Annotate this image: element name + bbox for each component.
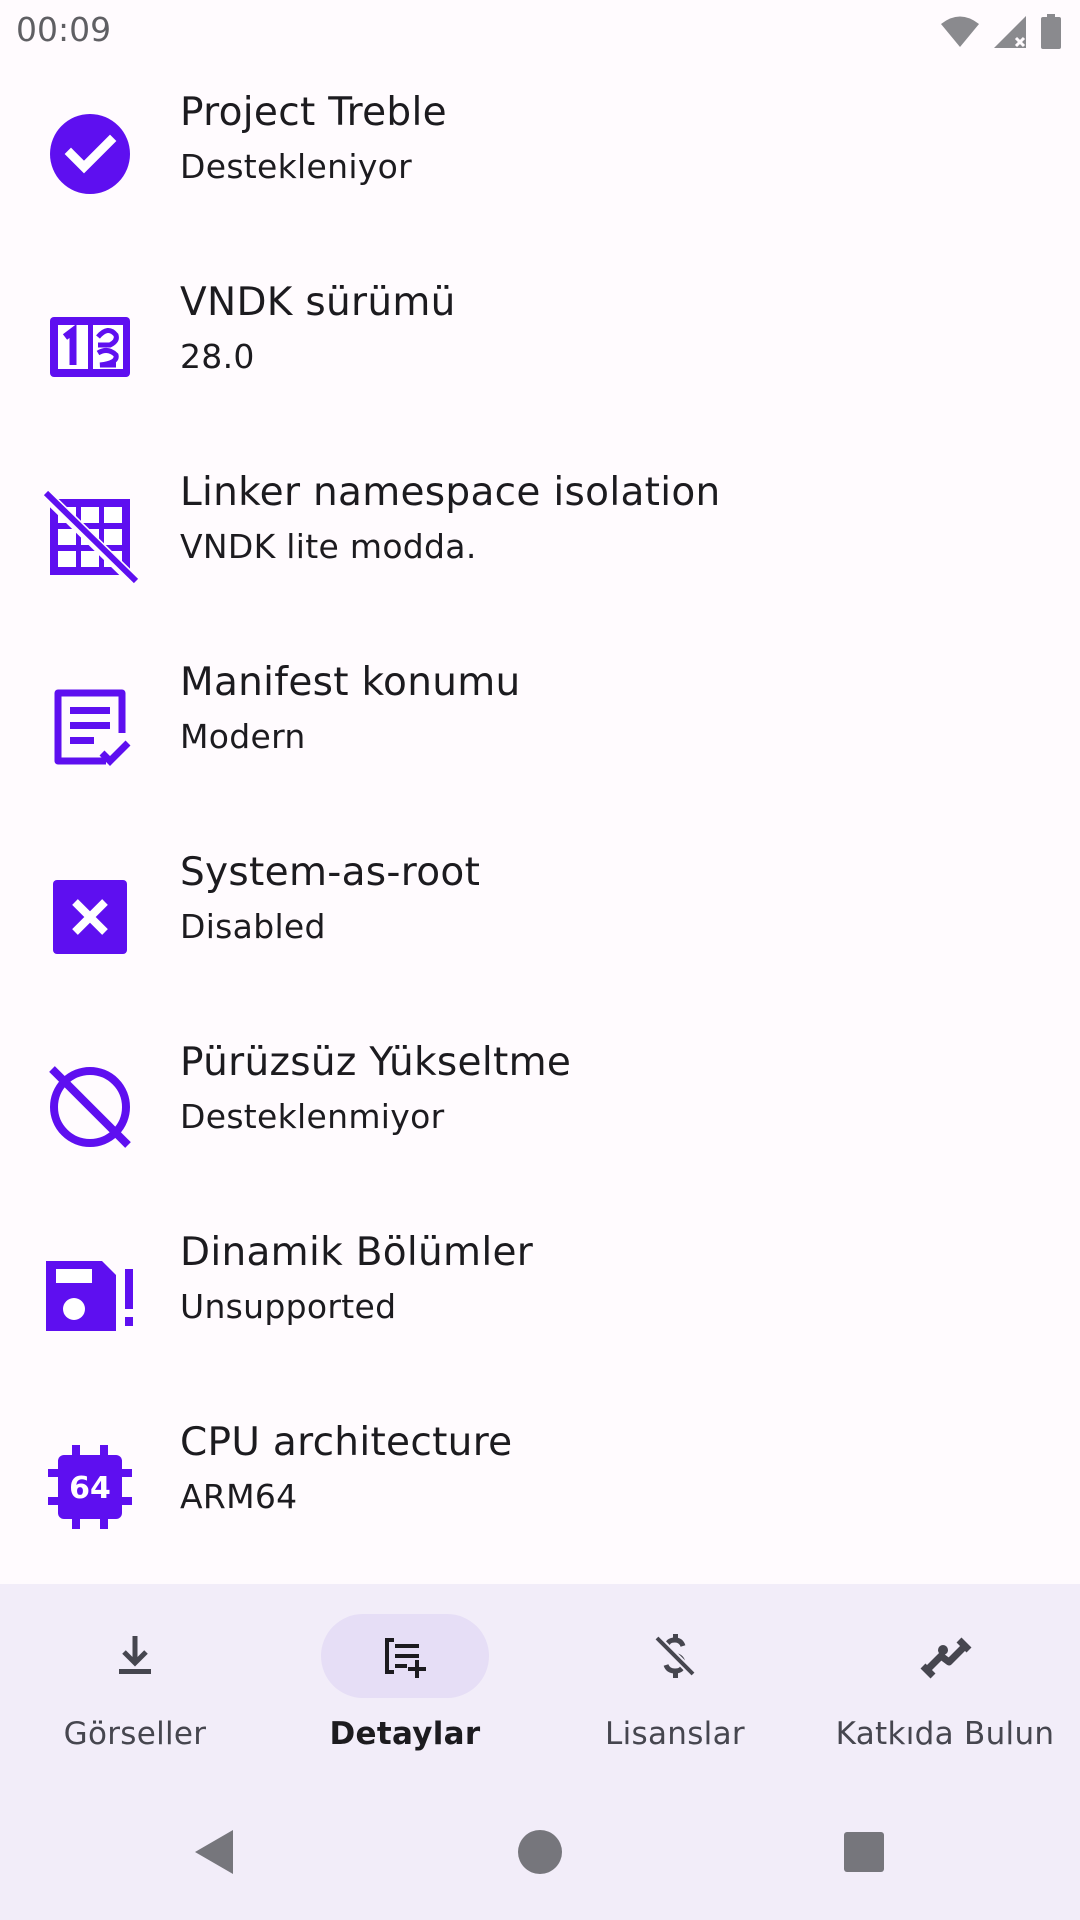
back-icon[interactable] — [185, 1822, 245, 1882]
check-circle-icon — [40, 107, 140, 207]
list-item-linker-namespace[interactable]: Linker namespace isolation VNDK lite mod… — [0, 442, 1080, 632]
list-item-system-as-root[interactable]: System-as-root Disabled — [0, 822, 1080, 1012]
item-subtitle: 28.0 — [180, 337, 255, 376]
svg-text:64: 64 — [69, 1471, 111, 1506]
nav-label: Katkıda Bulun — [835, 1716, 1055, 1752]
home-icon[interactable] — [510, 1822, 570, 1882]
nav-label: Görseller — [63, 1716, 207, 1752]
nav-item-details[interactable]: Detaylar — [270, 1614, 540, 1764]
list-item-manifest-location[interactable]: Manifest konumu Modern — [0, 632, 1080, 822]
system-navigation-bar — [0, 1784, 1080, 1920]
status-icons — [940, 14, 1062, 50]
save-alert-icon — [40, 1247, 140, 1347]
download-icon — [105, 1626, 165, 1686]
list-item-seamless-update[interactable]: Pürüzsüz Yükseltme Desteklenmiyor — [0, 1012, 1080, 1202]
blocked-icon — [40, 1057, 140, 1157]
item-subtitle: Modern — [180, 717, 306, 756]
details-list: Project Treble Destekleniyor VNDK sürümü… — [0, 62, 1080, 1582]
close-box-icon — [40, 867, 140, 967]
playlist-add-icon — [375, 1626, 435, 1686]
nav-item-contribute[interactable]: Katkıda Bulun — [810, 1614, 1080, 1764]
item-title: Project Treble — [180, 90, 447, 135]
grid-off-icon — [40, 487, 140, 587]
item-title: VNDK sürümü — [180, 280, 456, 325]
item-title: Manifest konumu — [180, 660, 521, 705]
item-subtitle: VNDK lite modda. — [180, 527, 477, 566]
battery-icon — [1041, 14, 1061, 49]
item-subtitle: Unsupported — [180, 1287, 397, 1326]
nav-item-images[interactable]: Görseller — [0, 1614, 270, 1764]
nav-label: Lisanslar — [605, 1716, 745, 1752]
item-subtitle: Desteklenmiyor — [180, 1097, 445, 1136]
status-bar: 00:09 — [0, 0, 1080, 64]
cell-signal-icon — [994, 16, 1026, 48]
status-time: 00:09 — [16, 10, 112, 49]
item-subtitle: Destekleniyor — [180, 147, 412, 186]
item-title: CPU architecture — [180, 1420, 513, 1465]
item-subtitle: ARM64 — [180, 1477, 298, 1516]
wifi-icon — [941, 16, 979, 47]
nav-item-licenses[interactable]: Lisanslar — [540, 1614, 810, 1764]
nav-label: Detaylar — [329, 1716, 481, 1752]
cpu-64-icon: 64 — [40, 1437, 140, 1537]
list-item-vndk-version[interactable]: VNDK sürümü 28.0 — [0, 252, 1080, 442]
recents-icon[interactable] — [834, 1822, 894, 1882]
money-off-icon — [645, 1626, 705, 1686]
list-item-dynamic-partitions[interactable]: Dinamik Bölümler Unsupported — [0, 1202, 1080, 1392]
numbers-icon — [40, 297, 140, 397]
list-item-project-treble[interactable]: Project Treble Destekleniyor — [0, 62, 1080, 252]
handshake-icon — [915, 1626, 975, 1686]
item-title: Dinamik Bölümler — [180, 1230, 534, 1275]
manifest-icon — [40, 677, 140, 777]
list-item-cpu-architecture[interactable]: 64 CPU architecture ARM64 — [0, 1392, 1080, 1582]
item-title: Pürüzsüz Yükseltme — [180, 1040, 572, 1085]
item-subtitle: Disabled — [180, 907, 326, 946]
item-title: System-as-root — [180, 850, 481, 895]
item-title: Linker namespace isolation — [180, 470, 721, 515]
bottom-navigation: Görseller Detaylar Lisanslar Katkıda Bul… — [0, 1584, 1080, 1784]
